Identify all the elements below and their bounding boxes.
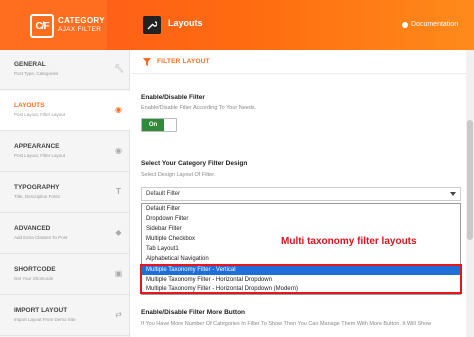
page-title: Layouts — [168, 18, 203, 28]
sidebar-item-title: LAYOUTS — [14, 102, 45, 109]
enable-filter-label: Enable/Disable Filter — [141, 94, 205, 101]
sidebar-item-subtitle: Add Extra Classes To Post — [14, 235, 68, 240]
toggle-on-label: On — [142, 119, 164, 131]
sidebar-item-typography[interactable]: TYPOGRAPHY Title, Description Fonts T — [0, 173, 130, 213]
filter-design-description: Select Design Layout Of Filter. — [141, 172, 216, 178]
top-header: C/F CATEGORY AJAX FILTER Layouts Documen… — [0, 0, 474, 50]
sidebar-item-general[interactable]: GENERAL Post Type, Categories 🔧︎ — [0, 50, 130, 90]
filter-icon — [143, 58, 151, 66]
filter-design-select[interactable]: Default Filter — [141, 187, 461, 201]
logo-area: C/F CATEGORY AJAX FILTER — [0, 0, 107, 50]
sidebar-item-title: SHORTCODE — [14, 266, 56, 273]
info-icon — [402, 21, 408, 28]
sidebar-item-subtitle: Import Layout From Demo Site — [14, 317, 76, 322]
sync-icon: ⇄ — [115, 310, 122, 319]
sidebar-item-title: IMPORT LAYOUT — [14, 307, 68, 314]
sidebar-item-title: GENERAL — [14, 61, 46, 68]
logo-icon: C/F — [30, 14, 54, 38]
more-button-description: If You Have More Number Of Categories In… — [141, 321, 432, 327]
logo-text-line1: CATEGORY — [58, 16, 105, 25]
documentation-link[interactable]: Documentation — [402, 21, 458, 28]
section-title: FILTER LAYOUT — [157, 58, 210, 65]
sidebar-item-import-layout[interactable]: IMPORT LAYOUT Import Layout From Demo Si… — [0, 296, 130, 336]
sidebar-item-title: APPEARANCE — [14, 143, 60, 150]
section-header: FILTER LAYOUT — [131, 50, 474, 74]
enable-filter-toggle[interactable]: On — [141, 118, 177, 132]
sidebar-item-subtitle: Post Layout, Filter Layout — [14, 112, 66, 117]
sidebar-item-subtitle: Post Layout, Filter Layout — [14, 153, 66, 158]
enable-filter-description: Enable/Disable Filter According To Your … — [141, 105, 257, 111]
wrench-icon — [143, 16, 161, 34]
documentation-label: Documentation — [411, 21, 459, 28]
dropdown-option[interactable]: Default Filter — [142, 205, 460, 214]
highlight-box — [140, 264, 462, 294]
filter-design-label: Select Your Category Filter Design — [141, 160, 248, 167]
sidebar-item-title: TYPOGRAPHY — [14, 184, 60, 191]
scrollbar[interactable] — [466, 50, 474, 337]
text-icon: T — [116, 187, 121, 196]
sidebar: GENERAL Post Type, Categories 🔧︎ LAYOUTS… — [0, 50, 130, 337]
sidebar-item-layouts[interactable]: LAYOUTS Post Layout, Filter Layout ◉ — [0, 91, 130, 131]
select-value: Default Filter — [146, 191, 181, 197]
sidebar-item-subtitle: Get Your Shortcode — [14, 276, 54, 281]
dropdown-option[interactable]: Sidebar Filter — [142, 225, 460, 234]
sidebar-item-subtitle: Title, Description Fonts — [14, 194, 60, 199]
tag-icon: ◆ — [115, 228, 122, 237]
sidebar-item-advanced[interactable]: ADVANCED Add Extra Classes To Post ◆ — [0, 214, 130, 254]
code-icon: ▣ — [114, 269, 123, 278]
annotation-text: Multi taxonomy filter layouts — [281, 236, 417, 247]
eye-icon: ◉ — [115, 105, 122, 114]
wrench-icon: 🔧︎ — [114, 64, 125, 73]
eye-icon: ◉ — [115, 146, 122, 155]
scrollbar-thumb[interactable] — [467, 120, 473, 240]
sidebar-item-title: ADVANCED — [14, 225, 51, 232]
dropdown-option[interactable]: Alphabetical Navigation — [142, 255, 460, 264]
sidebar-item-subtitle: Post Type, Categories — [14, 71, 59, 76]
dropdown-option[interactable]: Dropdown Filter — [142, 215, 460, 224]
sidebar-item-shortcode[interactable]: SHORTCODE Get Your Shortcode ▣ — [0, 255, 130, 295]
logo-text-line2: AJAX FILTER — [58, 26, 102, 33]
main-content: FILTER LAYOUT Enable/Disable Filter Enab… — [131, 50, 474, 337]
chevron-down-icon — [450, 192, 456, 196]
sidebar-item-appearance[interactable]: APPEARANCE Post Layout, Filter Layout ◉ — [0, 132, 130, 172]
more-button-label: Enable/Disable Filter More Button — [141, 309, 246, 316]
